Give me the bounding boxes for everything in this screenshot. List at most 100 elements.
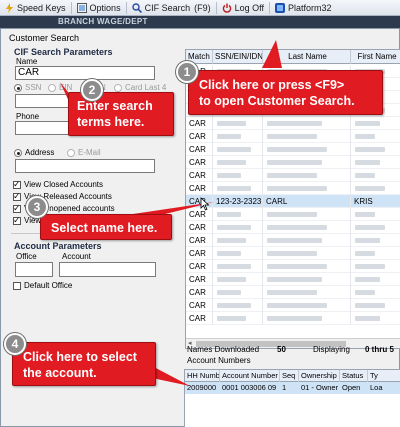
row-first-name (351, 143, 400, 156)
customer-row[interactable]: CAR (186, 260, 400, 273)
view-closed-checkbox[interactable] (13, 179, 21, 190)
card-last4-radio-label: Card Last 4 (125, 83, 167, 92)
redacted-value (355, 303, 385, 308)
view-closed-label: View Closed Accounts (24, 180, 104, 189)
row-match: CAR (186, 130, 213, 143)
row-last-name (263, 117, 351, 130)
default-office-checkbox[interactable] (13, 282, 21, 290)
view-released-checkbox[interactable] (13, 191, 21, 202)
row-first-name: KRIS (351, 195, 400, 208)
row-match: CAR (186, 299, 213, 312)
redacted-value (217, 173, 241, 178)
names-downloaded-label: Names Downloaded (187, 345, 260, 354)
row-ssn (213, 260, 263, 273)
displaying-label: Displaying (313, 345, 350, 354)
redacted-value (355, 277, 380, 282)
customer-row[interactable]: CAR (186, 247, 400, 260)
column-header-status[interactable]: Status (340, 370, 368, 382)
redacted-value (217, 225, 251, 230)
customer-row[interactable]: CAR (186, 299, 400, 312)
callout-1-badge: 1 (176, 61, 198, 83)
row-match: CAR (186, 143, 213, 156)
selected-customer-row[interactable]: CAR 123-23-2323 CARL KRIS (186, 195, 400, 208)
customer-row[interactable]: CAR (186, 234, 400, 247)
office-input[interactable] (15, 262, 53, 277)
customer-row[interactable]: CAR (186, 312, 400, 325)
ssn-radio[interactable] (14, 84, 22, 92)
options-button[interactable]: Options (72, 0, 126, 16)
customer-row[interactable]: CAR (186, 130, 400, 143)
redacted-value (355, 147, 385, 152)
customer-row[interactable]: CAR (186, 169, 400, 182)
column-header-account-number[interactable]: Account Number (220, 370, 280, 382)
column-header-ownership[interactable]: Ownership (299, 370, 340, 382)
row-last-name (263, 208, 351, 221)
customer-row[interactable]: CAR (186, 273, 400, 286)
view-unopened-checkbox[interactable] (13, 203, 21, 214)
redacted-value (267, 264, 327, 269)
column-header-last-name[interactable]: Last Name (263, 50, 351, 64)
row-first-name (351, 299, 400, 312)
account-input[interactable] (59, 262, 156, 277)
customer-row[interactable]: CAR (186, 221, 400, 234)
column-header-first-name[interactable]: First Name (351, 50, 400, 64)
redacted-value (267, 186, 327, 191)
account-hh-number: 2009000 (187, 383, 217, 392)
default-office-label: Default Office (24, 281, 73, 290)
branch-strip-text: BRANCH WAGE/DEPT (58, 17, 148, 26)
account-row[interactable]: 2009000 0001 003006 09 1 01 - Owner Open… (185, 382, 400, 394)
email-radio[interactable] (67, 149, 75, 157)
redacted-value (267, 134, 317, 139)
row-first-name (351, 156, 400, 169)
ssn-radio-label: SSN (25, 83, 42, 92)
row-first-name (351, 182, 400, 195)
callout-4-badge: 4 (4, 333, 26, 355)
customer-row[interactable]: CAR (186, 286, 400, 299)
customer-row[interactable]: CAR (186, 208, 400, 221)
account-parameters-title: Account Parameters (14, 241, 102, 251)
column-header-seq[interactable]: Seq (280, 370, 299, 382)
view-other-checkbox[interactable] (13, 215, 21, 226)
row-ssn (213, 182, 263, 195)
address-input[interactable] (15, 159, 155, 173)
row-first-name (351, 117, 400, 130)
power-icon (222, 3, 231, 13)
column-header-ssn[interactable]: SSN/EIN/IDN (213, 50, 263, 64)
card-last4-radio[interactable] (114, 84, 122, 92)
redacted-value (355, 225, 385, 230)
callout-2-line-2: terms here. (77, 115, 145, 129)
column-header-hh-number[interactable]: HH Number (185, 370, 220, 382)
customer-row[interactable]: CAR (186, 143, 400, 156)
office-label: Office (16, 252, 37, 261)
row-first-name (351, 273, 400, 286)
redacted-value (355, 316, 380, 321)
row-ssn (213, 143, 263, 156)
ein-radio[interactable] (48, 84, 56, 92)
redacted-value (355, 264, 385, 269)
row-match: CAR (186, 182, 213, 195)
row-match: CAR (186, 273, 213, 286)
row-last-name (263, 234, 351, 247)
redacted-value (355, 134, 375, 139)
row-ssn (213, 312, 263, 325)
redacted-value (355, 251, 375, 256)
row-ssn (213, 221, 263, 234)
redacted-value (267, 212, 317, 217)
cif-search-button[interactable]: CIF Search (F9) (127, 0, 216, 16)
row-first-name (351, 130, 400, 143)
row-first-name (351, 247, 400, 260)
speed-keys-button[interactable]: Speed Keys (0, 0, 71, 16)
redacted-value (355, 238, 380, 243)
platform32-button[interactable]: Platform32 (270, 0, 337, 16)
name-input[interactable]: CAR (15, 66, 155, 80)
names-downloaded-value: 50 (277, 345, 286, 354)
log-off-button[interactable]: Log Off (217, 0, 269, 16)
displaying-value: 0 thru 5 (365, 345, 394, 354)
customer-row[interactable]: CAR (186, 117, 400, 130)
customer-row[interactable]: CAR (186, 182, 400, 195)
address-radio[interactable] (14, 149, 22, 157)
column-header-type[interactable]: Ty (368, 370, 400, 382)
id-number-input[interactable] (15, 94, 75, 108)
callout-4-line-1: Click here to select (23, 350, 137, 364)
customer-row[interactable]: CAR (186, 156, 400, 169)
